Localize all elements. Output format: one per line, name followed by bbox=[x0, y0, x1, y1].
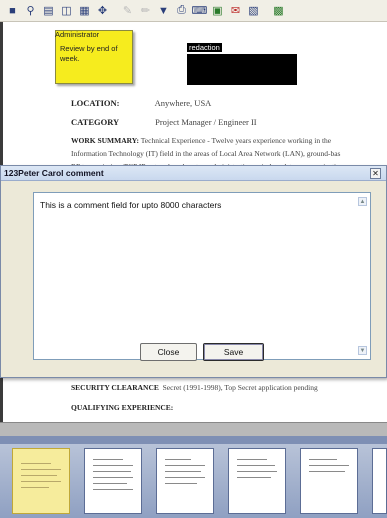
search-icon[interactable]: ⚲ bbox=[22, 2, 39, 19]
export-icon[interactable]: ⌨ bbox=[191, 2, 208, 19]
security-label: SECURITY CLEARANCE bbox=[71, 383, 159, 392]
comment-textarea[interactable]: This is a comment field for upto 8000 ch… bbox=[33, 192, 371, 360]
qualifying-label: QUALIFYING EXPERIENCE: bbox=[71, 403, 174, 412]
grid-icon[interactable]: ▧ bbox=[245, 2, 262, 19]
location-label: LOCATION: bbox=[71, 98, 120, 108]
work-summary-line: Information Technology (IT) field in the… bbox=[71, 149, 341, 158]
close-button[interactable]: Close bbox=[140, 343, 197, 361]
category-row: CATEGORY Project Manager / Engineer II bbox=[71, 117, 257, 127]
work-summary-text: Technical Experience - Twelve years expe… bbox=[140, 136, 332, 145]
work-summary-line: WORK SUMMARY: Technical Experience - Twe… bbox=[71, 135, 387, 147]
zoom-icon[interactable]: ▦ bbox=[76, 2, 93, 19]
security-value: Secret (1991-1998), Top Secret applicati… bbox=[162, 383, 318, 392]
sticky-note-author: Administrator bbox=[55, 30, 100, 39]
save-icon[interactable]: ■ bbox=[4, 2, 21, 19]
page-thumbnail[interactable] bbox=[372, 448, 387, 514]
page-thumbnail[interactable] bbox=[300, 448, 358, 514]
location-value: Anywhere, USA bbox=[154, 98, 212, 108]
category-value: Project Manager / Engineer II bbox=[155, 117, 257, 127]
highlight-icon[interactable]: ✎ bbox=[119, 2, 136, 19]
redaction-label: redaction bbox=[187, 43, 222, 52]
comment-dialog: 123Peter Carol comment ✕ This is a comme… bbox=[0, 165, 387, 378]
toolbar-separator bbox=[112, 2, 118, 19]
page-thumbnail[interactable] bbox=[228, 448, 286, 514]
page-view-icon[interactable]: ▤ bbox=[40, 2, 57, 19]
thumbnail-panel bbox=[0, 444, 387, 518]
scroll-down-icon[interactable]: ▼ bbox=[358, 346, 367, 355]
layout-icon[interactable]: ▩ bbox=[270, 2, 287, 19]
toolbar-separator bbox=[263, 2, 269, 19]
thumbnail-header bbox=[0, 436, 387, 444]
redaction-box[interactable] bbox=[187, 54, 297, 85]
comment-text: This is a comment field for upto 8000 ch… bbox=[40, 200, 222, 210]
save-button[interactable]: Save bbox=[203, 343, 264, 361]
email-icon[interactable]: ✉ bbox=[227, 2, 244, 19]
image-icon[interactable]: ▣ bbox=[209, 2, 226, 19]
two-page-icon[interactable]: ◫ bbox=[58, 2, 75, 19]
page-thumbnail[interactable] bbox=[12, 448, 70, 514]
sticky-note-text: Review by end of week. bbox=[60, 44, 118, 63]
page-thumbnail[interactable] bbox=[156, 448, 214, 514]
work-summary-label: WORK SUMMARY: bbox=[71, 136, 139, 145]
close-icon[interactable]: ✕ bbox=[370, 168, 381, 179]
note-icon[interactable]: ✏ bbox=[137, 2, 154, 19]
splitter-bar[interactable] bbox=[0, 422, 387, 436]
location-row: LOCATION: Anywhere, USA bbox=[71, 98, 211, 108]
scroll-up-icon[interactable]: ▲ bbox=[358, 197, 367, 206]
page-thumbnail[interactable] bbox=[84, 448, 142, 514]
qualifying-line: QUALIFYING EXPERIENCE: bbox=[71, 402, 387, 414]
print-icon[interactable]: ⎙ bbox=[173, 2, 190, 19]
category-label: CATEGORY bbox=[71, 117, 120, 127]
security-clearance-line: SECURITY CLEARANCE Secret (1991-1998), T… bbox=[71, 382, 387, 394]
dialog-title: 123Peter Carol comment bbox=[1, 166, 386, 181]
redact-icon[interactable]: ▼ bbox=[155, 2, 172, 19]
main-toolbar: ■ ⚲ ▤ ◫ ▦ ✥ ✎ ✏ ▼ ⎙ ⌨ ▣ ✉ ▧ ▩ bbox=[0, 0, 387, 22]
pan-icon[interactable]: ✥ bbox=[94, 2, 111, 19]
